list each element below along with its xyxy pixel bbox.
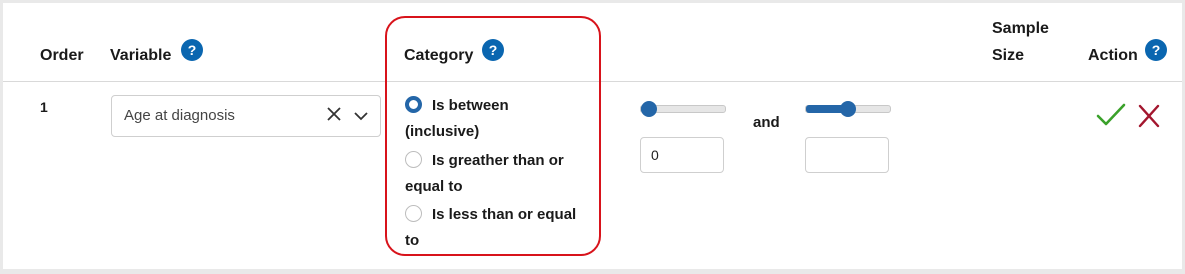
variable-select[interactable]: Age at diagnosis	[111, 95, 381, 137]
option-label-line1: Is greather than or	[432, 152, 564, 169]
sample-size-header-line1: Sample	[992, 20, 1049, 37]
category-option-less-equal[interactable]: Is less than or equal to	[405, 202, 585, 254]
slider-thumb[interactable]	[641, 101, 657, 117]
clear-x-icon[interactable]	[326, 106, 342, 125]
variable-help-icon[interactable]: ?	[181, 39, 203, 61]
sample-size-header-line2: Size	[992, 47, 1025, 64]
criteria-panel: Order Variable ? Category ? Sample Size …	[3, 3, 1182, 269]
upper-bound-input[interactable]	[805, 137, 889, 173]
action-header: Action	[1088, 47, 1138, 64]
row-order: 1	[40, 99, 48, 115]
check-icon[interactable]	[1096, 102, 1126, 133]
lower-bound-slider[interactable]	[640, 101, 726, 117]
radio-unselected[interactable]	[405, 205, 422, 222]
option-label-line1: Is less than or equal	[432, 206, 577, 223]
action-help-icon[interactable]: ?	[1145, 39, 1167, 61]
option-label-line2: (inclusive)	[405, 123, 480, 140]
upper-bound-slider[interactable]	[805, 101, 891, 117]
radio-selected[interactable]	[405, 96, 422, 113]
lower-bound-input[interactable]: 0	[640, 137, 724, 173]
order-header: Order	[40, 47, 84, 64]
radio-unselected[interactable]	[405, 151, 422, 168]
category-option-greater-equal[interactable]: Is greather than or equal to	[405, 148, 585, 200]
variable-header: Variable	[110, 47, 172, 64]
slider-thumb[interactable]	[840, 101, 856, 117]
option-label-line2: equal to	[405, 178, 463, 195]
chevron-down-icon[interactable]	[353, 108, 368, 122]
option-label-line2: to	[405, 232, 420, 249]
close-x-icon[interactable]	[1138, 104, 1160, 133]
category-option-between[interactable]: Is between (inclusive)	[405, 93, 585, 145]
variable-select-value: Age at diagnosis	[124, 107, 235, 124]
and-label: and	[753, 114, 780, 131]
option-label-line1: Is between	[432, 97, 509, 114]
